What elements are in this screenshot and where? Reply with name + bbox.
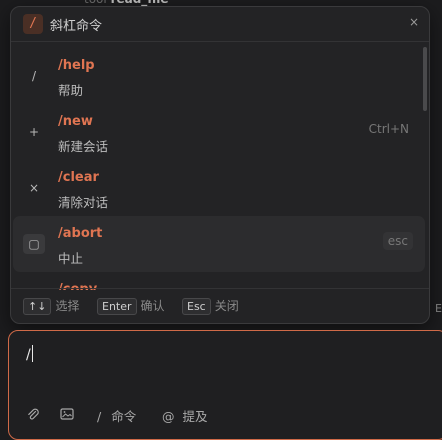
plus-icon: + bbox=[28, 125, 40, 139]
popup-title: 斜杠命令 bbox=[50, 19, 103, 34]
command-name: /abort bbox=[58, 226, 103, 241]
command-name: /clear bbox=[58, 170, 99, 185]
command-item-new[interactable]: + /new 新建会话 Ctrl+N bbox=[13, 104, 425, 160]
message-input[interactable]: / bbox=[26, 345, 33, 363]
command-name: /new bbox=[58, 114, 93, 129]
slash-icon: / bbox=[23, 14, 43, 34]
command-label: 命令 bbox=[111, 409, 137, 424]
arrow-keys-icon: ↑↓ bbox=[23, 298, 52, 315]
at-icon: @ bbox=[162, 409, 175, 424]
text-caret bbox=[31, 345, 33, 362]
command-description: 中止 bbox=[58, 251, 84, 266]
attach-icon[interactable] bbox=[26, 407, 40, 424]
command-description: 清除对话 bbox=[58, 195, 109, 210]
message-input-box[interactable]: / bbox=[8, 330, 442, 440]
command-toolbar-button[interactable]: / 命令 bbox=[97, 406, 136, 425]
command-item-clear[interactable]: × /clear 清除对话 bbox=[13, 160, 425, 216]
confirm-label: 确认 bbox=[140, 299, 165, 313]
right-edge-marker: E bbox=[435, 302, 442, 315]
footer-navigate-hint: ↑↓ 选择 bbox=[23, 297, 79, 315]
slash-icon: / bbox=[97, 409, 102, 424]
command-shortcut: esc bbox=[382, 232, 413, 250]
footer-close-hint: Esc 关闭 bbox=[182, 297, 239, 315]
scrollbar[interactable] bbox=[423, 47, 427, 111]
enter-key: Enter bbox=[97, 298, 137, 315]
input-value: / bbox=[26, 347, 31, 363]
mention-toolbar-button[interactable]: @ 提及 bbox=[162, 406, 208, 425]
mention-label: 提及 bbox=[182, 409, 208, 424]
stop-icon: ▢ bbox=[23, 234, 45, 254]
command-list: / /help 帮助 + /new 新建会话 Ctrl+N × /clear 清… bbox=[11, 48, 429, 290]
image-icon[interactable] bbox=[60, 408, 74, 423]
command-description: 帮助 bbox=[58, 83, 84, 98]
popup-footer: ↑↓ 选择 Enter 确认 Esc 关闭 bbox=[11, 288, 429, 323]
x-icon: × bbox=[28, 181, 40, 195]
navigate-label: 选择 bbox=[55, 299, 80, 313]
slash-icon: / bbox=[31, 69, 37, 83]
footer-confirm-hint: Enter 确认 bbox=[97, 297, 165, 315]
close-label: 关闭 bbox=[214, 299, 239, 313]
esc-key: Esc bbox=[182, 298, 211, 315]
command-name: /help bbox=[58, 58, 95, 73]
paperclip-icon bbox=[28, 408, 39, 420]
popup-header: / 斜杠命令 × bbox=[11, 7, 429, 42]
command-item-abort[interactable]: ▢ /abort 中止 esc bbox=[13, 216, 425, 272]
command-item-help[interactable]: / /help 帮助 bbox=[13, 48, 425, 104]
command-description: 新建会话 bbox=[58, 139, 109, 154]
command-shortcut: Ctrl+N bbox=[368, 122, 409, 136]
slash-command-popup: / 斜杠命令 × / /help 帮助 + /new 新建会话 Ctrl+N ×… bbox=[10, 6, 430, 324]
close-icon[interactable]: × bbox=[409, 15, 419, 29]
